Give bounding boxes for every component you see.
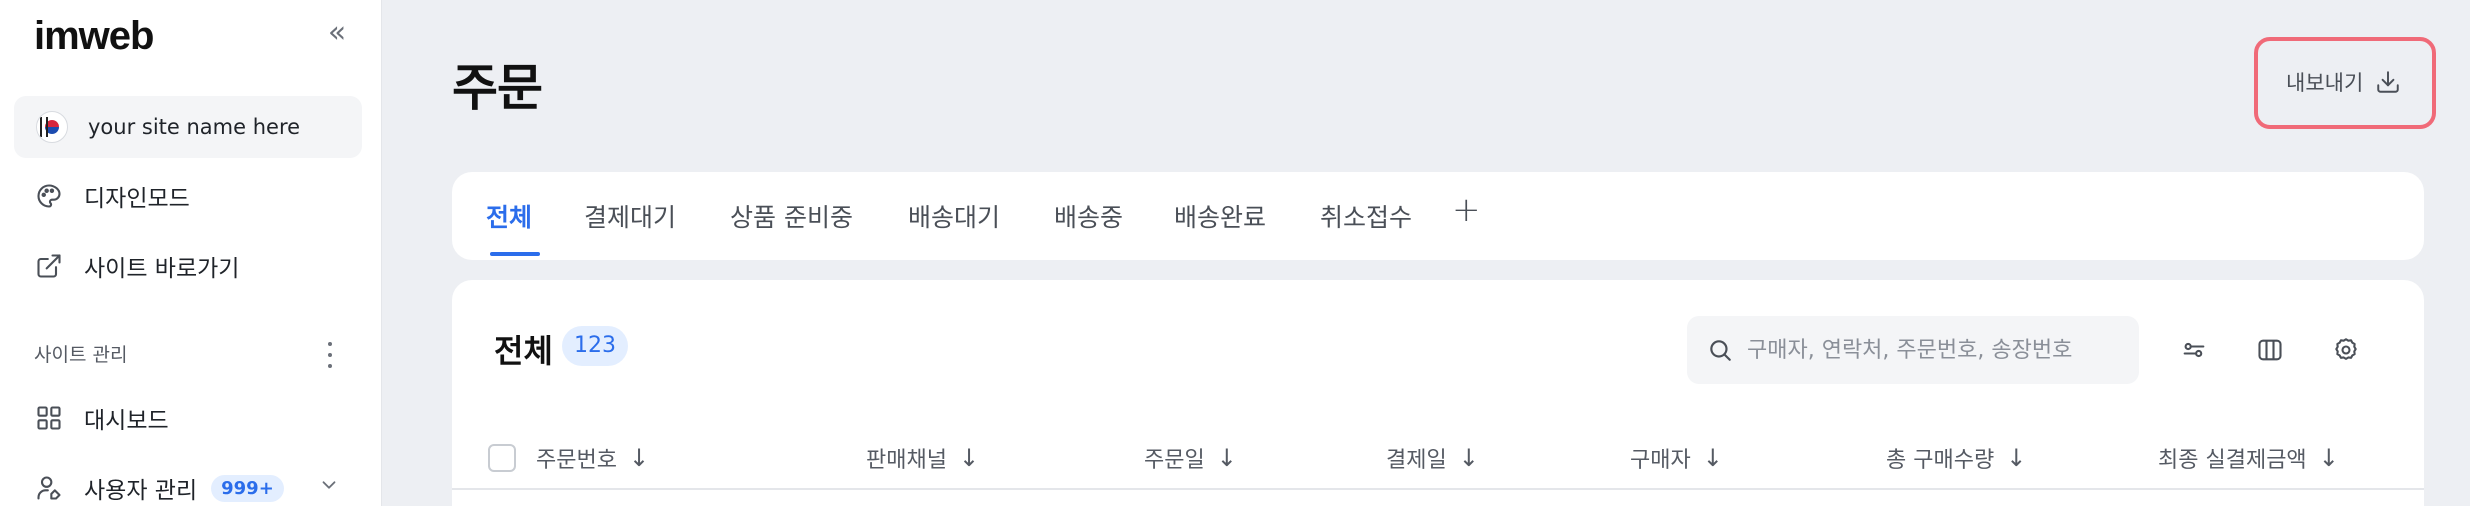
sort-arrow-icon: ↓ <box>628 444 650 472</box>
tab-cancel-requested[interactable]: 취소접수 <box>1320 198 1412 234</box>
sort-arrow-icon: ↓ <box>1702 444 1723 472</box>
sidebar-item-design-mode[interactable]: 디자인모드 <box>34 176 190 216</box>
tab-preparing[interactable]: 상품 준비중 <box>730 198 853 234</box>
site-selector[interactable]: your site name here <box>14 96 362 158</box>
tab-shipping[interactable]: 배송중 <box>1054 198 1123 234</box>
search-input[interactable] <box>1747 337 2127 363</box>
page-title: 주문 <box>452 59 543 117</box>
sidebar-item-label: 사용자 관리 <box>84 478 198 504</box>
column-order-date[interactable]: 주문일 ↓ <box>1144 442 1237 474</box>
section-label-site-management: 사이트 관리 <box>34 344 128 366</box>
korea-flag-icon <box>36 111 68 143</box>
table-header: 주문번호 ↓ 판매채널 ↓ 주문일 ↓ 결제일 ↓ 구매자 ↓ 총 구매수량 ↓ 최종 실결… <box>452 428 2424 490</box>
filter-icon[interactable] <box>2176 332 2212 368</box>
settings-icon[interactable] <box>2328 332 2364 368</box>
order-count-badge: 123 <box>562 326 628 366</box>
column-total-quantity[interactable]: 총 구매수량 ↓ <box>1886 442 2026 474</box>
column-sales-channel[interactable]: 판매채널 ↓ <box>866 442 979 474</box>
list-title: 전체 <box>494 332 553 370</box>
sidebar-item-dashboard[interactable]: 대시보드 <box>34 398 169 438</box>
search-icon <box>1710 340 1731 361</box>
tab-shipping-pending[interactable]: 배송대기 <box>908 198 1000 234</box>
select-all-checkbox[interactable] <box>488 444 516 472</box>
user-count-badge: 999+ <box>211 474 284 502</box>
sidebar-item-label: 사이트 바로가기 <box>84 256 240 282</box>
columns-icon[interactable] <box>2252 332 2288 368</box>
chevrons-left-icon[interactable]: « <box>324 18 350 48</box>
status-tabs: 전체 결제대기 상품 준비중 배송대기 배송중 배송완료 취소접수 + <box>452 172 2424 260</box>
export-label: 내보내기 <box>2286 71 2364 95</box>
grid-icon <box>34 403 64 433</box>
active-tab-indicator <box>490 252 540 256</box>
sort-arrow-icon: ↓ <box>2318 444 2339 472</box>
download-icon <box>2377 71 2400 93</box>
user-edit-icon <box>34 473 64 503</box>
tab-all[interactable]: 전체 <box>486 198 532 234</box>
search-field[interactable] <box>1687 316 2139 384</box>
sidebar: imweb « your site name here 디자인모드 사이트 바로… <box>0 0 382 506</box>
more-vertical-icon[interactable] <box>322 338 338 372</box>
add-tab-button[interactable]: + <box>1452 190 1481 230</box>
sort-arrow-icon: ↓ <box>1458 444 1479 472</box>
column-buyer[interactable]: 구매자 ↓ <box>1630 442 1723 474</box>
imweb-logo[interactable]: imweb <box>34 14 154 59</box>
tab-payment-pending[interactable]: 결제대기 <box>584 198 676 234</box>
palette-icon <box>34 181 64 211</box>
sidebar-item-label: 대시보드 <box>84 408 169 434</box>
column-payment-date[interactable]: 결제일 ↓ <box>1386 442 1479 474</box>
export-button[interactable]: 내보내기 <box>2264 52 2423 112</box>
sort-arrow-icon: ↓ <box>1216 444 1237 472</box>
external-link-icon <box>34 251 64 281</box>
tab-delivered[interactable]: 배송완료 <box>1174 198 1266 234</box>
sidebar-item-label: 디자인모드 <box>84 186 190 212</box>
order-list-card: 전체 123 주문번호↓ 판매채널↓ 주문일↓ 결제일↓ 구매자↓ 총 구매수량… <box>452 280 2424 506</box>
sidebar-item-site-shortcut[interactable]: 사이트 바로가기 <box>34 246 239 286</box>
sidebar-item-user-management[interactable]: 사용자 관리 999+ <box>34 468 284 506</box>
sort-arrow-icon: ↓ <box>958 444 980 472</box>
column-order-number[interactable]: 주문번호 ↓ <box>536 442 649 474</box>
column-final-amount[interactable]: 최종 실결제금액 ↓ <box>2158 442 2339 474</box>
site-name: your site name here <box>88 115 301 139</box>
chevron-down-icon[interactable] <box>318 474 340 500</box>
sort-arrow-icon: ↓ <box>2006 444 2027 472</box>
